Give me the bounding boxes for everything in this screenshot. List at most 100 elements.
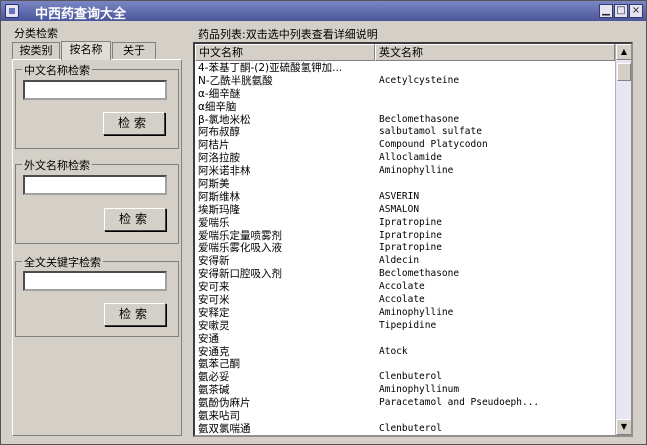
- drug-english-name: Aminophyllinum: [379, 384, 460, 396]
- drug-chinese-name: 爱喘乐: [198, 216, 230, 229]
- drug-list-header: 药品列表:双击选中列表查看详细说明: [198, 28, 378, 41]
- drug-chinese-name: 埃斯玛隆: [198, 203, 240, 216]
- foreign-search-button[interactable]: 检索: [104, 208, 166, 231]
- drug-chinese-name: 氨茶碱: [198, 384, 230, 397]
- list-item[interactable]: 安可来 Accolate: [195, 281, 613, 294]
- drug-english-name: Compound Platycodon: [379, 139, 488, 151]
- drug-chinese-name: 氨必妥: [198, 371, 230, 384]
- column-header-english[interactable]: 英文名称: [375, 44, 615, 61]
- drug-chinese-name: 阿斯美: [198, 178, 230, 191]
- drug-list[interactable]: 中文名称 英文名称 4-苯基丁酮-(2)亚硫酸氢钾加... N-乙酰半胱氨酸 Ace…: [193, 42, 633, 437]
- drug-chinese-name: α-细辛醚: [198, 87, 241, 100]
- list-item[interactable]: 安通: [195, 333, 613, 346]
- drug-english-name: Beclomethasone: [379, 268, 460, 280]
- arrow-up-icon: ▲: [620, 47, 628, 56]
- title-bar: 中西药查询大全 ▁ □ ×: [1, 1, 646, 22]
- fulltext-keyword-input[interactable]: [23, 271, 167, 291]
- list-item[interactable]: 阿斯维林 ASVERIN: [195, 191, 613, 204]
- tab-by-name[interactable]: 按名称: [61, 41, 111, 60]
- list-item[interactable]: 阿布叔醇 salbutamol sulfate: [195, 126, 613, 139]
- list-item[interactable]: α-细辛醚: [195, 88, 613, 101]
- drug-chinese-name: 安得新口腔吸入剂: [198, 268, 282, 281]
- list-item[interactable]: 氨酚伪麻片 Paracetamol and Pseudoeph...: [195, 397, 613, 410]
- drug-english-name: Beclomethasone: [379, 113, 460, 125]
- list-item[interactable]: 氨来呫司: [195, 410, 613, 423]
- drug-chinese-name: 安可来: [198, 281, 230, 294]
- list-item[interactable]: 氨茶碱 Aminophyllinum: [195, 384, 613, 397]
- list-item[interactable]: 阿桔片 Compound Platycodon: [195, 139, 613, 152]
- maximize-button[interactable]: □: [614, 4, 628, 18]
- drug-english-name: Paracetamol and Pseudoeph...: [379, 397, 540, 409]
- drug-english-name: Alloclamide: [379, 152, 442, 164]
- foreign-name-input[interactable]: [23, 175, 167, 195]
- minimize-icon: ▁: [602, 5, 610, 16]
- list-item[interactable]: 安得新口腔吸入剂 Beclomethasone: [195, 268, 613, 281]
- list-item[interactable]: N-乙酰半胱氨酸 Acetylcysteine: [195, 75, 613, 88]
- drug-chinese-name: 爱喘乐定量喷雾剂: [198, 229, 282, 242]
- list-item[interactable]: 安释定 Aminophylline: [195, 307, 613, 320]
- minimize-button[interactable]: ▁: [599, 4, 613, 18]
- close-button[interactable]: ×: [629, 4, 643, 18]
- list-item[interactable]: 阿斯美: [195, 178, 613, 191]
- drug-english-name: Ipratropine: [379, 242, 442, 254]
- drug-chinese-name: N-乙酰半胱氨酸: [198, 74, 273, 87]
- list-item[interactable]: 爱喘乐雾化吸入液 Ipratropine: [195, 242, 613, 255]
- drug-chinese-name: 爱喘乐雾化吸入液: [198, 242, 282, 255]
- window-title: 中西药查询大全: [35, 7, 127, 22]
- drug-chinese-name: 氨酚伪麻片: [198, 397, 251, 410]
- drug-english-name: Ipratropine: [379, 229, 442, 241]
- group-label: 全文关键字检索: [22, 254, 103, 270]
- list-item[interactable]: 安得新 Aldecin: [195, 255, 613, 268]
- list-item[interactable]: 氨必妥 Clenbuterol: [195, 371, 613, 384]
- list-item[interactable]: 阿洛拉胺 Alloclamide: [195, 152, 613, 165]
- column-header-chinese[interactable]: 中文名称: [195, 44, 375, 61]
- drug-chinese-name: 氨双氯喘通: [198, 422, 251, 435]
- drug-english-name: Clenbuterol: [379, 371, 442, 383]
- tab-about[interactable]: 关于: [112, 42, 156, 59]
- tab-by-category[interactable]: 按类别: [12, 42, 60, 59]
- drug-english-name: Acetylcysteine: [379, 74, 460, 86]
- drug-english-name: Accolate: [379, 294, 425, 306]
- drug-chinese-name: 安得新: [198, 255, 230, 268]
- list-item[interactable]: 安可米 Accolate: [195, 294, 613, 307]
- drug-english-name: Ipratropine: [379, 216, 442, 228]
- drug-chinese-name: β-氯地米松: [198, 113, 251, 126]
- drug-chinese-name: α细辛脑: [198, 100, 237, 113]
- drug-chinese-name: 安通克: [198, 345, 230, 358]
- group-label: 外文名称检索: [22, 157, 92, 173]
- list-item[interactable]: 氨双氯喘通 Clenbuterol: [195, 422, 613, 435]
- drug-english-name: Accolate: [379, 281, 425, 293]
- list-item[interactable]: 氨苯己酮: [195, 358, 613, 371]
- arrow-down-icon: ▼: [620, 422, 628, 431]
- list-item[interactable]: 安嗽灵 Tipepidine: [195, 320, 613, 333]
- vertical-scrollbar[interactable]: ▲ ▼: [615, 44, 631, 435]
- list-item[interactable]: 4-苯基丁酮-(2)亚硫酸氢钾加...: [195, 62, 613, 75]
- drug-english-name: Clenbuterol: [379, 422, 442, 434]
- list-item[interactable]: 阿米诺非林 Aminophylline: [195, 165, 613, 178]
- drug-english-name: salbutamol sulfate: [379, 126, 482, 138]
- drug-english-name: Atock: [379, 345, 408, 357]
- drug-chinese-name: 阿桔片: [198, 139, 230, 152]
- list-item[interactable]: 爱喘乐 Ipratropine: [195, 217, 613, 230]
- drug-chinese-name: 安释定: [198, 306, 230, 319]
- list-item[interactable]: 安通克 Atock: [195, 346, 613, 359]
- scroll-thumb[interactable]: [617, 63, 631, 81]
- list-item[interactable]: 爱喘乐定量喷雾剂 Ipratropine: [195, 230, 613, 243]
- drug-english-name: Aminophylline: [379, 165, 454, 177]
- drug-english-name: Aldecin: [379, 255, 420, 267]
- drug-chinese-name: 4-苯基丁酮-(2)亚硫酸氢钾加...: [198, 62, 343, 74]
- list-item[interactable]: β-氯地米松 Beclomethasone: [195, 114, 613, 127]
- chinese-search-button[interactable]: 检索: [103, 112, 165, 135]
- chinese-name-search-group: 中文名称检索 检索: [15, 62, 179, 149]
- list-item[interactable]: 埃斯玛隆 ASMALON: [195, 204, 613, 217]
- drug-chinese-name: 安嗽灵: [198, 319, 230, 332]
- scroll-up-button[interactable]: ▲: [616, 44, 631, 60]
- list-item[interactable]: α细辛脑: [195, 101, 613, 114]
- fulltext-search-group: 全文关键字检索 检索: [15, 254, 179, 337]
- foreign-name-search-group: 外文名称检索 检索: [15, 157, 179, 244]
- drug-chinese-name: 阿米诺非林: [198, 165, 251, 178]
- scroll-down-button[interactable]: ▼: [616, 419, 631, 435]
- drug-chinese-name: 安通: [198, 332, 219, 345]
- chinese-name-input[interactable]: [23, 80, 167, 100]
- fulltext-search-button[interactable]: 检索: [104, 303, 166, 326]
